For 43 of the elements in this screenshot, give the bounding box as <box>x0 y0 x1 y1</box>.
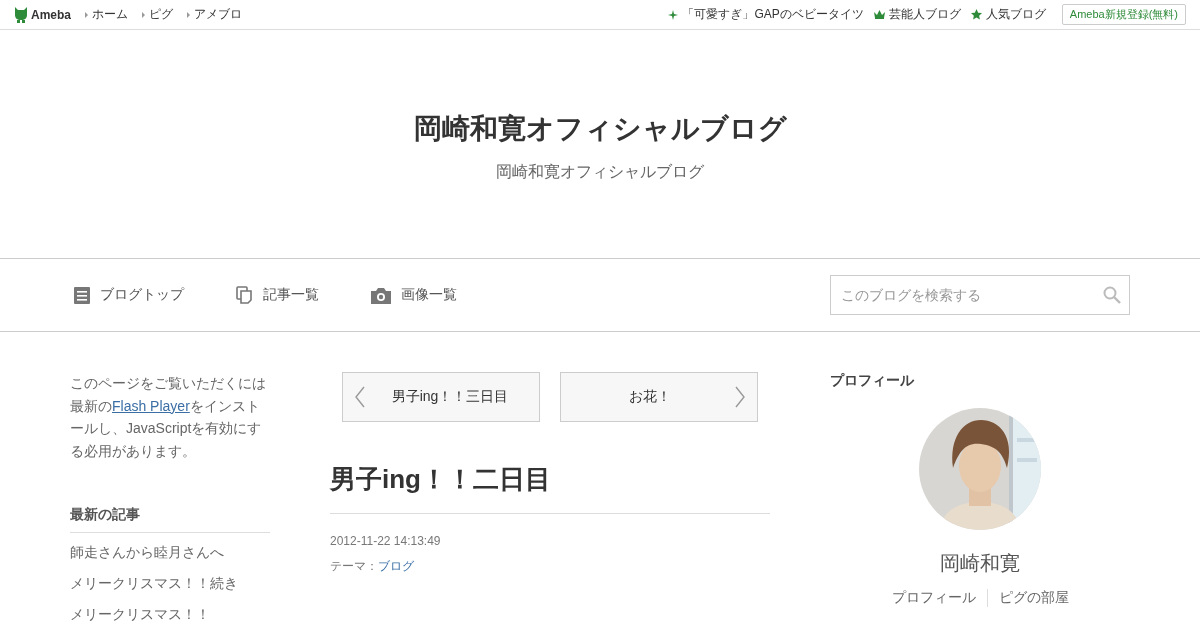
article-date: 2012-11-22 14:13:49 <box>330 534 442 548</box>
previous-post-button[interactable]: 男子ing！！三日目 <box>342 372 540 422</box>
article-title: 男子ing！！二日目 <box>330 462 770 514</box>
document-icon <box>74 286 90 304</box>
blog-title[interactable]: 岡崎和寛オフィシャルブログ <box>413 110 787 148</box>
recent-article-link[interactable]: 師走さんから睦月さんへ <box>70 541 270 564</box>
recent-article-link[interactable]: メリークリスマス！！続き <box>70 572 270 595</box>
top-link[interactable]: アメブロ <box>194 6 242 23</box>
promo-link[interactable]: 人気ブログ <box>985 6 1046 23</box>
flash-player-link[interactable]: Flash Player <box>112 397 190 414</box>
triangle-icon <box>142 11 145 18</box>
star-icon <box>970 9 982 20</box>
theme-label: テーマ： <box>330 559 378 573</box>
nav-link[interactable]: 記事一覧 <box>263 286 319 304</box>
triangle-icon <box>187 11 190 18</box>
crown-icon <box>873 10 885 19</box>
nav-link[interactable]: ブログトップ <box>100 286 184 304</box>
flash-notice: このページをご覧いただくには最新のFlash Playerをインストールし、JavaScriptを有効にする必用があります。 <box>70 374 267 461</box>
top-link[interactable]: ピグ <box>149 6 173 23</box>
search-field[interactable]: このブログを検索する <box>830 275 1130 315</box>
nav-link[interactable]: 画像一覧 <box>401 286 457 304</box>
top-link[interactable]: ホーム <box>92 6 128 23</box>
profile-name[interactable]: 岡崎和寛 <box>940 550 1020 577</box>
profile-link[interactable]: ピグの部屋 <box>986 589 1080 607</box>
section-heading: 最新の記事 <box>70 506 270 533</box>
chevron-right-icon <box>735 386 745 408</box>
section-heading: プロフィール <box>830 372 914 390</box>
ameba-logo[interactable]: Ameba <box>31 7 71 22</box>
logo-icon <box>14 5 28 24</box>
blog-subtitle: 岡崎和寛オフィシャルブログ <box>496 162 704 182</box>
promo-link[interactable]: 芸能人ブログ <box>888 6 961 23</box>
sparkle-icon <box>668 9 679 20</box>
profile-link[interactable]: プロフィール <box>880 589 987 607</box>
next-post-button[interactable]: お花！ <box>560 372 758 422</box>
register-button[interactable]: Ameba新規登録(無料) <box>1061 4 1186 25</box>
promo-link[interactable]: 「可愛すぎ」GAPのベビータイツ <box>682 6 864 23</box>
theme-link[interactable]: ブログ <box>378 559 414 573</box>
camera-icon <box>371 286 391 304</box>
recent-article-link[interactable]: メリークリスマス！！ <box>70 603 270 626</box>
pages-icon <box>236 286 253 304</box>
search-icon[interactable] <box>1103 286 1121 304</box>
chevron-left-icon <box>355 386 365 408</box>
triangle-icon <box>85 11 88 18</box>
